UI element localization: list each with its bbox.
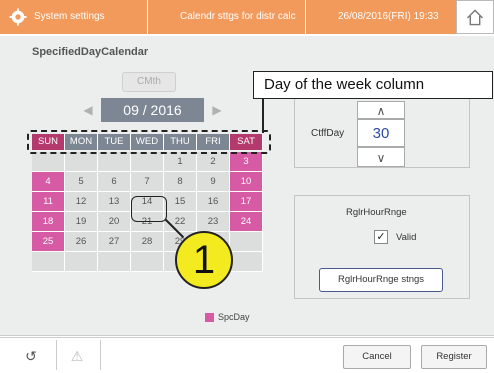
calendar-day-cell[interactable]: 16	[197, 192, 230, 212]
calendar-day-cell[interactable]: 18	[32, 212, 65, 232]
highlight-frame	[131, 196, 167, 222]
calendar-day-cell[interactable]: 19	[65, 212, 98, 232]
calendar-title: SpecifiedDayCalendar	[32, 46, 149, 58]
valid-checkbox[interactable]: ✓	[374, 230, 388, 244]
calendar-empty-cell	[230, 232, 263, 252]
calendar-day-cell[interactable]: 11	[32, 192, 65, 212]
datetime-area: 26/08/2016(FRI) 19:33	[306, 0, 456, 34]
hour-range-title: RglrHourRnge	[346, 207, 407, 218]
calendar-day-cell[interactable]: 9	[197, 172, 230, 192]
hour-range-settings-button[interactable]: RglrHourRnge stngs	[319, 268, 443, 292]
next-month-icon[interactable]: ▶	[207, 101, 227, 119]
calendar-day-cell[interactable]: 27	[98, 232, 131, 252]
calendar-empty-cell	[32, 252, 65, 272]
calendar-empty-cell	[98, 152, 131, 172]
step-badge: 1	[175, 231, 233, 289]
calendar-day-cell[interactable]: 7	[131, 172, 164, 192]
month-display: 09 / 2016	[101, 98, 204, 122]
title-bar: System settings Calendr sttgs for distr …	[0, 0, 494, 34]
calendar-empty-cell	[131, 152, 164, 172]
calendar-empty-cell	[230, 252, 263, 272]
calendar-day-cell[interactable]: 17	[230, 192, 263, 212]
calendar-day-cell[interactable]: 2	[197, 152, 230, 172]
calendar-day-cell[interactable]: 12	[65, 192, 98, 212]
cutoff-up-button[interactable]: ∧	[357, 101, 405, 119]
calendar-empty-cell	[32, 152, 65, 172]
datetime: 26/08/2016(FRI) 19:33	[338, 11, 439, 22]
special-day-swatch	[205, 313, 214, 322]
valid-label: Valid	[396, 232, 417, 243]
gear-icon	[9, 8, 27, 26]
current-month-button[interactable]: CMth	[122, 72, 176, 92]
calendar-day-cell[interactable]: 4	[32, 172, 65, 192]
calendar-day-cell[interactable]: 6	[98, 172, 131, 192]
callout-leader	[262, 99, 264, 133]
footer-divider	[56, 340, 57, 370]
callout-label: Day of the week column	[253, 71, 493, 99]
warning-icon[interactable]: ⚠	[60, 343, 94, 369]
calendar-empty-cell	[98, 252, 131, 272]
calendar-day-cell[interactable]: 20	[98, 212, 131, 232]
home-button[interactable]	[456, 0, 494, 34]
calendar-empty-cell	[131, 252, 164, 272]
calendar-day-cell[interactable]: 26	[65, 232, 98, 252]
calendar-day-cell[interactable]: 25	[32, 232, 65, 252]
screen-title: Calendr sttgs for distr calc	[180, 11, 296, 22]
cutoff-value[interactable]: 30	[357, 119, 405, 147]
calendar-empty-cell	[65, 152, 98, 172]
cancel-button[interactable]: Cancel	[343, 345, 411, 369]
cutoff-down-button[interactable]: ∨	[357, 147, 405, 167]
calendar-day-cell[interactable]: 13	[98, 192, 131, 212]
calendar-day-cell[interactable]: 5	[65, 172, 98, 192]
calendar-day-cell[interactable]: 3	[230, 152, 263, 172]
app-title: System settings	[34, 11, 105, 22]
calendar-day-cell[interactable]: 15	[164, 192, 197, 212]
cutoff-label: CtffDay	[311, 128, 345, 139]
weekday-column-highlight	[27, 130, 271, 154]
calendar-day-cell[interactable]: 1	[164, 152, 197, 172]
footer-divider	[100, 340, 101, 370]
calendar-empty-cell	[65, 252, 98, 272]
calendar-day-cell[interactable]: 10	[230, 172, 263, 192]
calendar-day-cell[interactable]: 23	[197, 212, 230, 232]
back-icon[interactable]: ↺	[14, 343, 48, 369]
screen-title-area: Calendr sttgs for distr calc	[148, 0, 306, 34]
prev-month-icon[interactable]: ◀	[78, 101, 98, 119]
calendar-day-cell[interactable]: 24	[230, 212, 263, 232]
register-button[interactable]: Register	[421, 345, 487, 369]
calendar-day-cell[interactable]: 28	[131, 232, 164, 252]
app-title-area: System settings	[0, 0, 148, 34]
home-icon	[466, 9, 484, 26]
calendar-day-cell[interactable]: 8	[164, 172, 197, 192]
special-day-legend: SpcDay	[218, 312, 250, 322]
